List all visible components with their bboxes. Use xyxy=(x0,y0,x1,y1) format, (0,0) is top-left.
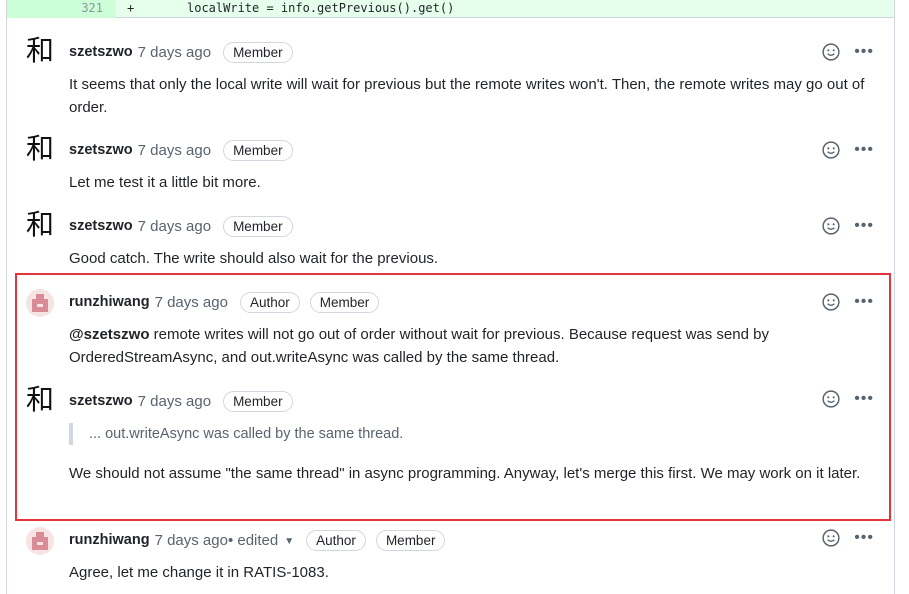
comment-header: szetszwo 7 days ago Member xyxy=(69,214,293,238)
edited-label[interactable]: • edited xyxy=(228,532,278,549)
author-name[interactable]: szetszwo xyxy=(69,142,133,158)
avatar-glyph: 和 xyxy=(25,383,54,416)
comment-actions: ••• xyxy=(822,138,874,162)
comment-body: We should not assume "the same thread" i… xyxy=(69,465,861,482)
comment-body: Good catch. The write should also wait f… xyxy=(69,250,439,267)
smiley-icon[interactable] xyxy=(822,217,840,235)
comment: 和 szetszwo 7 days ago Member ••• Let me … xyxy=(7,130,894,196)
author-name[interactable]: runzhiwang xyxy=(69,532,150,548)
comment-actions: ••• xyxy=(822,387,874,411)
timestamp[interactable]: 7 days ago xyxy=(138,218,211,235)
avatar[interactable]: 和 xyxy=(25,385,55,415)
kebab-horizontal-icon[interactable]: ••• xyxy=(854,44,874,60)
avatar[interactable] xyxy=(25,526,55,556)
timestamp[interactable]: 7 days ago xyxy=(138,393,211,410)
avatar[interactable]: 和 xyxy=(25,210,55,240)
smiley-icon[interactable] xyxy=(822,141,840,159)
comment: 和 szetszwo 7 days ago Member ••• Good ca… xyxy=(7,206,894,272)
smiley-icon[interactable] xyxy=(822,43,840,61)
member-badge: Member xyxy=(223,41,293,63)
comment-actions: ••• xyxy=(822,214,874,238)
smiley-icon[interactable] xyxy=(822,529,840,547)
author-badge: Author xyxy=(306,529,366,551)
smiley-icon[interactable] xyxy=(822,293,840,311)
comment: 和 szetszwo 7 days ago Member ••• It seem… xyxy=(7,32,894,122)
user-mention[interactable]: @szetszwo xyxy=(69,326,149,343)
diff-line: 321 + localWrite = info.getPrevious().ge… xyxy=(7,0,894,18)
comment-actions: ••• xyxy=(822,40,874,64)
author-name[interactable]: szetszwo xyxy=(69,218,133,234)
diff-code: localWrite = info.getPrevious().get() xyxy=(187,1,455,15)
comment-header: runzhiwang 7 days ago Author Member xyxy=(69,290,380,314)
comment-body: @szetszwo remote writes will not go out … xyxy=(69,324,879,369)
avatar[interactable]: 和 xyxy=(25,134,55,164)
member-badge: Member xyxy=(223,215,293,237)
kebab-horizontal-icon[interactable]: ••• xyxy=(854,218,874,234)
diff-line-number: 321 xyxy=(7,0,115,18)
identicon-avatar xyxy=(26,527,54,555)
triangle-down-icon[interactable]: ▼ xyxy=(284,536,294,547)
avatar[interactable]: 和 xyxy=(25,36,55,66)
smiley-icon[interactable] xyxy=(822,390,840,408)
identicon-avatar xyxy=(26,289,54,317)
comment-body: Agree, let me change it in RATIS-1083. xyxy=(69,564,329,581)
comment-actions: ••• xyxy=(822,290,874,314)
member-badge: Member xyxy=(223,139,293,161)
member-badge: Member xyxy=(375,529,446,551)
timestamp[interactable]: 7 days ago xyxy=(138,142,211,159)
comment-body: Let me test it a little bit more. xyxy=(69,174,261,191)
comment: 和 szetszwo 7 days ago Member ••• ... out… xyxy=(7,381,894,513)
kebab-horizontal-icon[interactable]: ••• xyxy=(854,142,874,158)
kebab-horizontal-icon[interactable]: ••• xyxy=(854,391,874,407)
diff-added-sign: + xyxy=(127,1,135,15)
comment-text: remote writes will not go out of order w… xyxy=(69,326,769,366)
member-badge: Member xyxy=(309,291,380,313)
member-badge: Member xyxy=(223,390,293,412)
author-name[interactable]: runzhiwang xyxy=(69,294,150,310)
avatar-glyph: 和 xyxy=(25,34,54,67)
timestamp[interactable]: 7 days ago xyxy=(155,294,228,311)
comment-header: szetszwo 7 days ago Member xyxy=(69,138,293,162)
comment-body: It seems that only the local write will … xyxy=(69,76,865,116)
avatar-glyph: 和 xyxy=(25,132,54,165)
comment-header: szetszwo 7 days ago Member xyxy=(69,40,293,64)
review-thread: 321 + localWrite = info.getPrevious().ge… xyxy=(6,0,895,594)
comment: runzhiwang 7 days ago Author Member ••• … xyxy=(7,282,894,374)
comment-actions: ••• xyxy=(822,526,874,550)
avatar-glyph: 和 xyxy=(25,208,54,241)
avatar[interactable] xyxy=(25,288,55,318)
blockquote: ... out.writeAsync was called by the sam… xyxy=(69,423,879,445)
timestamp[interactable]: 7 days ago xyxy=(138,44,211,61)
comment: runzhiwang 7 days ago • edited ▼ Author … xyxy=(7,520,894,594)
timestamp[interactable]: 7 days ago xyxy=(155,532,228,549)
comment-header: szetszwo 7 days ago Member xyxy=(69,389,293,413)
author-name[interactable]: szetszwo xyxy=(69,393,133,409)
kebab-horizontal-icon[interactable]: ••• xyxy=(854,530,874,546)
comment-header: runzhiwang 7 days ago • edited ▼ Author … xyxy=(69,528,446,552)
kebab-horizontal-icon[interactable]: ••• xyxy=(854,294,874,310)
author-badge: Author xyxy=(239,291,300,313)
author-name[interactable]: szetszwo xyxy=(69,44,133,60)
